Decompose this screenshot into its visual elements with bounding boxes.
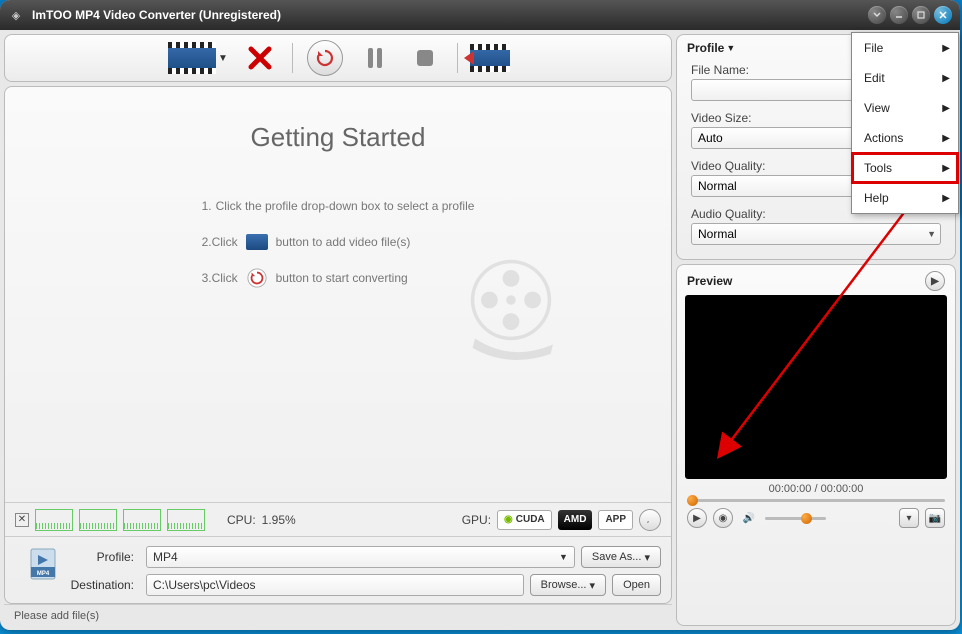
maximize-button[interactable] bbox=[912, 6, 930, 24]
dropdown-button[interactable] bbox=[868, 6, 886, 24]
output-folder-button[interactable] bbox=[472, 40, 508, 76]
preview-viewport bbox=[685, 295, 947, 479]
minimize-button[interactable] bbox=[890, 6, 908, 24]
step3-prefix: 3.Click bbox=[202, 271, 238, 285]
status-row: ✕ CPU: 1.95% GPU: ◉CUDA AMD APP bbox=[5, 502, 671, 536]
play-button[interactable]: ▶ bbox=[687, 508, 707, 528]
menu-help[interactable]: Help▶ bbox=[852, 183, 958, 213]
getting-started-panel: Getting Started 1. Click the profile dro… bbox=[5, 87, 671, 502]
cpu-label: CPU: bbox=[227, 513, 256, 527]
cpu-graph-2 bbox=[79, 509, 117, 531]
step3-desc: button to start converting bbox=[276, 271, 408, 285]
titlebar[interactable]: ◈ ImTOO MP4 Video Converter (Unregistere… bbox=[0, 0, 960, 30]
reel-watermark-icon bbox=[451, 252, 571, 372]
cpu-graph-3 bbox=[123, 509, 161, 531]
profile-select[interactable]: MP4▼ bbox=[146, 546, 575, 568]
preview-play-top-button[interactable]: ▶ bbox=[925, 271, 945, 291]
menu-file[interactable]: File▶ bbox=[852, 33, 958, 63]
step1-desc: Click the profile drop-down box to selec… bbox=[216, 199, 475, 213]
menu-edit[interactable]: Edit▶ bbox=[852, 63, 958, 93]
audio-quality-select[interactable]: Normal▼ bbox=[691, 223, 941, 245]
convert-button[interactable] bbox=[307, 40, 343, 76]
svg-text:MP4: MP4 bbox=[37, 571, 50, 577]
volume-slider[interactable] bbox=[765, 517, 826, 520]
remove-button[interactable] bbox=[242, 40, 278, 76]
gpu-label: GPU: bbox=[462, 513, 491, 527]
step2-desc: button to add video file(s) bbox=[276, 235, 411, 249]
menu-view[interactable]: View▶ bbox=[852, 93, 958, 123]
stop-button[interactable] bbox=[407, 40, 443, 76]
menu-actions[interactable]: Actions▶ bbox=[852, 123, 958, 153]
cpu-graph-4 bbox=[167, 509, 205, 531]
main-menu-popup: File▶ Edit▶ View▶ Actions▶ Tools▶ Help▶ bbox=[851, 32, 959, 214]
close-profile-icon[interactable]: ✕ bbox=[15, 513, 29, 527]
menu-tools[interactable]: Tools▶ bbox=[852, 153, 958, 183]
add-file-button[interactable]: ▼ bbox=[168, 42, 228, 74]
mp4-file-icon: MP4 bbox=[25, 545, 65, 585]
preview-timecode: 00:00:00 / 00:00:00 bbox=[677, 479, 955, 499]
snapshot-button[interactable]: 📷 bbox=[925, 508, 945, 528]
app-window: ◈ ImTOO MP4 Video Converter (Unregistere… bbox=[0, 0, 960, 630]
browse-button[interactable]: Browse... ▾ bbox=[530, 574, 606, 596]
nvidia-icon: ◉ bbox=[504, 514, 513, 525]
snapshot-dropdown-button[interactable]: ▾ bbox=[899, 508, 919, 528]
window-title: ImTOO MP4 Video Converter (Unregistered) bbox=[32, 8, 864, 22]
open-button[interactable]: Open bbox=[612, 574, 661, 596]
getting-started-heading: Getting Started bbox=[251, 122, 426, 153]
preview-panel: Preview ▶ 00:00:00 / 00:00:00 ▶ ◉ 🔊 ▾ 📷 bbox=[676, 264, 956, 626]
step2-prefix: 2.Click bbox=[202, 235, 238, 249]
step1-text: 1. bbox=[202, 199, 212, 213]
settings-button[interactable] bbox=[639, 509, 661, 531]
preview-seek-slider[interactable] bbox=[677, 499, 955, 502]
statusbar: Please add file(s) bbox=[4, 604, 672, 626]
amd-badge: AMD bbox=[558, 510, 593, 530]
stop-preview-button[interactable]: ◉ bbox=[713, 508, 733, 528]
destination-input[interactable]: C:\Users\pc\Videos bbox=[146, 574, 524, 596]
cuda-badge: ◉CUDA bbox=[497, 510, 552, 530]
volume-icon[interactable]: 🔊 bbox=[739, 508, 759, 528]
app-badge: APP bbox=[598, 510, 633, 530]
add-file-icon bbox=[246, 233, 268, 251]
main-toolbar: ▼ bbox=[4, 34, 672, 82]
close-button[interactable] bbox=[934, 6, 952, 24]
content-area: Getting Started 1. Click the profile dro… bbox=[4, 86, 672, 604]
cpu-graph-1 bbox=[35, 509, 73, 531]
convert-icon bbox=[246, 269, 268, 287]
app-icon: ◈ bbox=[8, 7, 24, 23]
cpu-value: 1.95% bbox=[262, 513, 296, 527]
save-as-button[interactable]: Save As... ▾ bbox=[581, 546, 661, 568]
preview-panel-header: Preview ▶ bbox=[677, 265, 955, 295]
pause-button[interactable] bbox=[357, 40, 393, 76]
